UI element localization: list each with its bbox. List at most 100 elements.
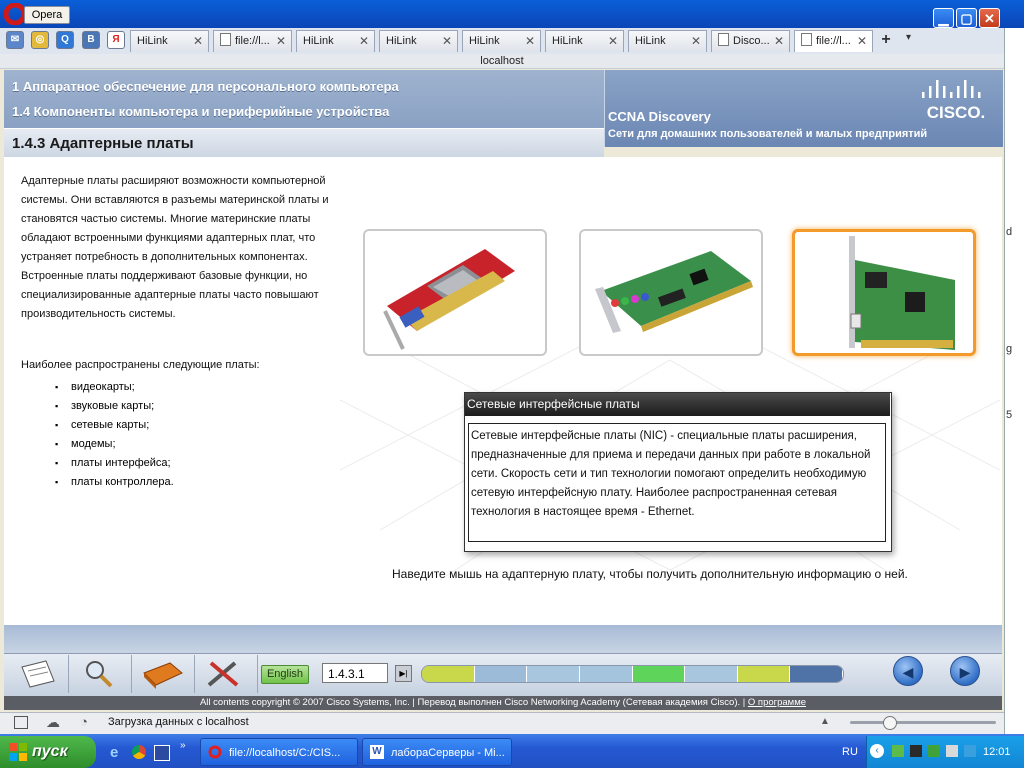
cloud-icon[interactable]: ☁	[46, 714, 60, 731]
opera-logo-icon[interactable]	[4, 3, 26, 25]
tab-close-icon[interactable]: ✕	[276, 31, 286, 51]
tab-close-icon[interactable]: ✕	[193, 31, 203, 51]
tab-label: HiLink	[635, 35, 666, 47]
list-item: платы контроллера.	[55, 473, 174, 492]
course-progress-bar[interactable]	[421, 665, 844, 683]
taskbar-item-word[interactable]: лабораСерверы - Mi...	[362, 738, 512, 766]
tab-close-icon[interactable]: ✕	[691, 31, 701, 51]
tab-close-icon[interactable]: ✕	[857, 31, 867, 51]
speed-gauge-icon[interactable]: ◔	[80, 714, 88, 729]
language-button[interactable]: English	[261, 665, 309, 684]
panel-toggle-icon[interactable]	[14, 716, 28, 729]
tab-8[interactable]: Disco... ✕	[711, 30, 790, 52]
progress-segment[interactable]	[632, 666, 686, 682]
previous-page-button[interactable]: ◀	[893, 656, 923, 686]
tray-expand-icon[interactable]: ‹	[870, 744, 884, 758]
background-text-fragment: d	[1006, 226, 1013, 238]
tab-label: HiLink	[386, 35, 417, 47]
tab-menu-chevron-down-icon[interactable]: ▾	[906, 32, 911, 43]
address-bar[interactable]: localhost	[0, 54, 1004, 69]
list-heading: Наиболее распространены следующие платы:	[21, 359, 260, 371]
network-card-image[interactable]	[792, 229, 976, 356]
video-card-image[interactable]	[363, 229, 547, 356]
tray-app-icon[interactable]	[910, 745, 922, 757]
footer-band	[4, 625, 1002, 653]
copyright-text: All contents copyright © 2007 Cisco Syst…	[199, 697, 746, 708]
ie-icon[interactable]: e	[110, 744, 118, 761]
zoom-slider[interactable]	[850, 721, 996, 724]
status-text: Загрузка данных с localhost	[108, 716, 249, 728]
background-text-fragment: g	[1006, 343, 1013, 355]
quicklaunch-more-icon[interactable]: »	[180, 740, 186, 751]
go-to-page-icon[interactable]: ▶|	[395, 665, 412, 682]
tab-close-icon[interactable]: ✕	[774, 31, 784, 51]
toolbar-divider	[257, 655, 258, 693]
cisco-logo-icon: CISCO.	[922, 80, 985, 122]
tab-4[interactable]: HiLink ✕	[379, 30, 458, 52]
magnifier-icon[interactable]	[69, 655, 131, 693]
tab-6[interactable]: HiLink ✕	[545, 30, 624, 52]
maximize-button[interactable]: ▢	[956, 8, 977, 28]
about-link[interactable]: О программе	[748, 697, 806, 708]
vk-icon[interactable]: В	[82, 31, 100, 49]
tab-7[interactable]: HiLink ✕	[628, 30, 707, 52]
tab-2[interactable]: file://l... ✕	[213, 30, 292, 52]
file-icon	[801, 33, 812, 46]
tray-app-icon[interactable]	[892, 745, 904, 757]
speed-dial-icon[interactable]: ◎	[31, 31, 49, 49]
list-item: модемы;	[55, 435, 174, 454]
search-icon[interactable]: Q	[56, 31, 74, 49]
new-tab-button[interactable]: +	[877, 31, 895, 49]
volume-icon[interactable]	[964, 745, 976, 757]
tab-label: HiLink	[552, 35, 583, 47]
next-page-button[interactable]: ▶	[950, 656, 980, 686]
sound-card-image[interactable]	[579, 229, 763, 356]
info-popup-body: Сетевые интерфейсные платы (NIC) - специ…	[468, 423, 886, 542]
notes-icon[interactable]	[6, 655, 68, 693]
progress-segment[interactable]	[790, 666, 843, 682]
glossary-book-icon[interactable]	[132, 655, 194, 693]
copyright-bar: All contents copyright © 2007 Cisco Syst…	[4, 696, 1002, 710]
page-number-input[interactable]: 1.4.3.1	[322, 663, 388, 683]
tab-3[interactable]: HiLink ✕	[296, 30, 375, 52]
tab-9[interactable]: file://l... ✕	[794, 30, 873, 52]
tab-1[interactable]: HiLink ✕	[130, 30, 209, 52]
yandex-icon[interactable]: Я	[107, 31, 125, 49]
intro-paragraph: Адаптерные платы расширяют возможности к…	[21, 175, 329, 320]
progress-segment[interactable]	[579, 666, 633, 682]
tray-app-icon[interactable]	[946, 745, 958, 757]
opera-icon	[208, 745, 222, 759]
close-window-button[interactable]: ✕	[979, 8, 1000, 28]
tray-app-icon[interactable]	[928, 745, 940, 757]
tools-icon[interactable]	[195, 655, 257, 693]
word-icon: W	[370, 745, 384, 759]
keyboard-language-indicator[interactable]: RU	[842, 746, 858, 758]
progress-segment[interactable]	[422, 666, 475, 682]
quicklaunch-app-icon[interactable]	[154, 745, 170, 761]
tab-close-icon[interactable]: ✕	[442, 31, 452, 51]
page-title: 1.4.3 Адаптерные платы	[12, 135, 194, 152]
progress-segment[interactable]	[527, 666, 580, 682]
sound-card-icon	[595, 251, 753, 333]
tab-close-icon[interactable]: ✕	[608, 31, 618, 51]
tab-close-icon[interactable]: ✕	[525, 31, 535, 51]
windows-flag-icon	[9, 743, 27, 761]
list-item: звуковые карты;	[55, 397, 174, 416]
progress-segment[interactable]	[685, 666, 738, 682]
taskbar-item-opera[interactable]: file://localhost/C:/CIS...	[200, 738, 358, 766]
progress-segment[interactable]	[474, 666, 528, 682]
browser-title-bar	[0, 0, 1024, 28]
chrome-icon[interactable]	[132, 745, 146, 759]
progress-segment[interactable]	[737, 666, 791, 682]
product-title: CCNA Discovery	[608, 109, 711, 124]
tab-close-icon[interactable]: ✕	[359, 31, 369, 51]
tab-label: HiLink	[137, 35, 168, 47]
mail-icon[interactable]: ✉	[6, 31, 24, 49]
zoom-menu-icon[interactable]: ▲	[820, 716, 830, 727]
minimize-button[interactable]: ▁	[933, 8, 954, 28]
tab-5[interactable]: HiLink ✕	[462, 30, 541, 52]
tab-label: HiLink	[469, 35, 500, 47]
zoom-slider-handle[interactable]	[883, 716, 897, 730]
list-item: платы интерфейса;	[55, 454, 174, 473]
opera-menu-button[interactable]: Opera	[24, 6, 70, 24]
